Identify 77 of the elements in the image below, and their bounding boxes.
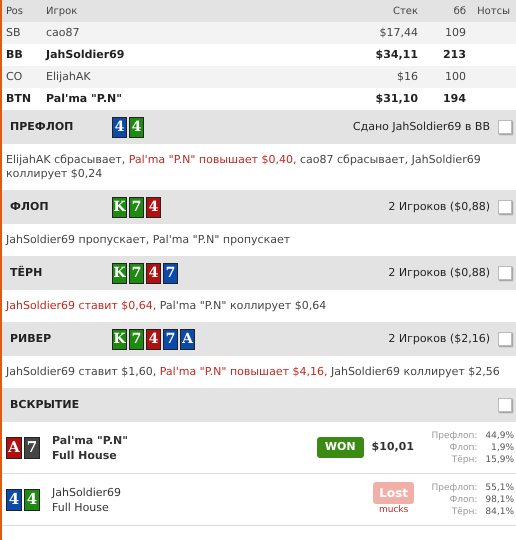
playing-card: 4 <box>129 116 144 138</box>
playing-card: 4 <box>146 328 161 350</box>
equity-value: 84,1% <box>485 506 514 518</box>
result-badge: Lost <box>373 482 414 504</box>
player-name: JahSoldier69 <box>52 484 122 500</box>
street-info: 2 Игроков ($0,88) <box>388 264 490 281</box>
hand-rank: Full House <box>52 448 118 462</box>
column-header: Pos <box>5 4 24 18</box>
player-name: Pal'ma "P.N" <box>52 432 129 448</box>
action-text: JahSoldier69 ставит $0,64, Pal'ma "P.N" коллирует $0,64 <box>4 298 328 314</box>
equity-label: Префлоп: <box>432 482 478 494</box>
playing-card: 7 <box>129 328 144 350</box>
column-header: Игрок <box>45 4 78 18</box>
playing-card: 7 <box>163 262 178 284</box>
playing-card: 7 <box>163 328 178 350</box>
table-cell-text: $31,10 <box>374 90 418 107</box>
playing-card: 4 <box>6 488 22 510</box>
checkbox[interactable] <box>498 332 512 346</box>
street-info: 2 Игроков ($0,88) <box>388 198 490 215</box>
equity-label: Тёрн: <box>450 506 478 518</box>
checkbox[interactable] <box>498 120 512 134</box>
action-text: JahSoldier69 ставит $1,60, Pal'ma "P.N" повышает $4,16, JahSoldier69 коллирует $2,56 <box>4 364 501 380</box>
table-cell-text: Pal'ma "P.N" <box>45 90 123 107</box>
column-header: Стек <box>392 4 418 18</box>
playing-card: 7 <box>129 262 144 284</box>
street-info: 2 Игроков ($2,16) <box>388 330 490 347</box>
table-cell-text: SB <box>5 24 22 41</box>
table-cell-text: cao87 <box>45 24 81 41</box>
table-cell-text: $16 <box>396 68 418 85</box>
table-cell-text: BTN <box>5 90 32 107</box>
playing-card: 7 <box>24 436 40 458</box>
action-text: ElijahAK сбрасывает, Pal'ma "P.N" повышает $0,40, cao87 сбрасывает, JahSoldier69 коллирует $0,24 <box>5 152 482 182</box>
equity-label: Флоп: <box>448 494 478 506</box>
table-cell-text: 194 <box>442 90 466 107</box>
table-cell-text: ElijahAK <box>45 68 92 85</box>
equity-label: Префлоп: <box>432 430 478 442</box>
hand-rank: Full House <box>52 500 110 514</box>
playing-card: K <box>112 328 127 350</box>
column-header: бб <box>452 4 466 18</box>
equity-label: Флоп: <box>448 442 478 454</box>
equity-value: 55,1% <box>485 482 514 494</box>
equity-label: Тёрн: <box>450 454 478 466</box>
checkbox[interactable] <box>498 266 512 280</box>
street-title: РИВЕР <box>10 330 52 347</box>
checkbox[interactable] <box>498 200 512 214</box>
street-title: ФЛОП <box>10 198 50 215</box>
street-title: ПРЕФЛОП <box>10 118 74 135</box>
action-text: JahSoldier69 пропускает, Pal'ma "P.N" пропускает <box>4 232 292 248</box>
checkbox[interactable] <box>498 398 512 412</box>
table-cell-text: 109 <box>444 24 466 41</box>
win-amount: $10,01 <box>372 439 414 456</box>
street-title: ТЁРН <box>10 264 44 281</box>
playing-card: 4 <box>146 196 161 218</box>
playing-card: K <box>112 262 127 284</box>
equity-value: 15,9% <box>485 454 514 466</box>
playing-card: 4 <box>24 488 40 510</box>
playing-card: 4 <box>112 116 127 138</box>
result-badge: WON <box>316 437 364 458</box>
table-cell-text: 213 <box>442 46 466 63</box>
table-cell-text: 100 <box>444 68 466 85</box>
playing-card: A <box>6 436 22 458</box>
street-title: ВСКРЫТИЕ <box>10 396 80 413</box>
table-cell-text: $34,11 <box>374 46 418 63</box>
equity-value: 98,1% <box>485 494 514 506</box>
table-cell-text: BB <box>5 46 24 63</box>
column-header: Нотсы <box>476 4 511 18</box>
table-cell-text: CO <box>5 68 24 85</box>
table-cell-text: JahSoldier69 <box>44 46 126 63</box>
table-cell-text: $17,44 <box>378 24 418 41</box>
playing-card: 7 <box>129 196 144 218</box>
equity-value: 44,9% <box>485 430 514 442</box>
playing-card: A <box>180 328 195 350</box>
muck-note: mucks <box>378 504 408 517</box>
street-info: Сдано JahSoldier69 в BB <box>352 118 490 135</box>
playing-card: K <box>112 196 127 218</box>
equity-value: 1,9% <box>490 442 514 454</box>
playing-card: 4 <box>146 262 161 284</box>
